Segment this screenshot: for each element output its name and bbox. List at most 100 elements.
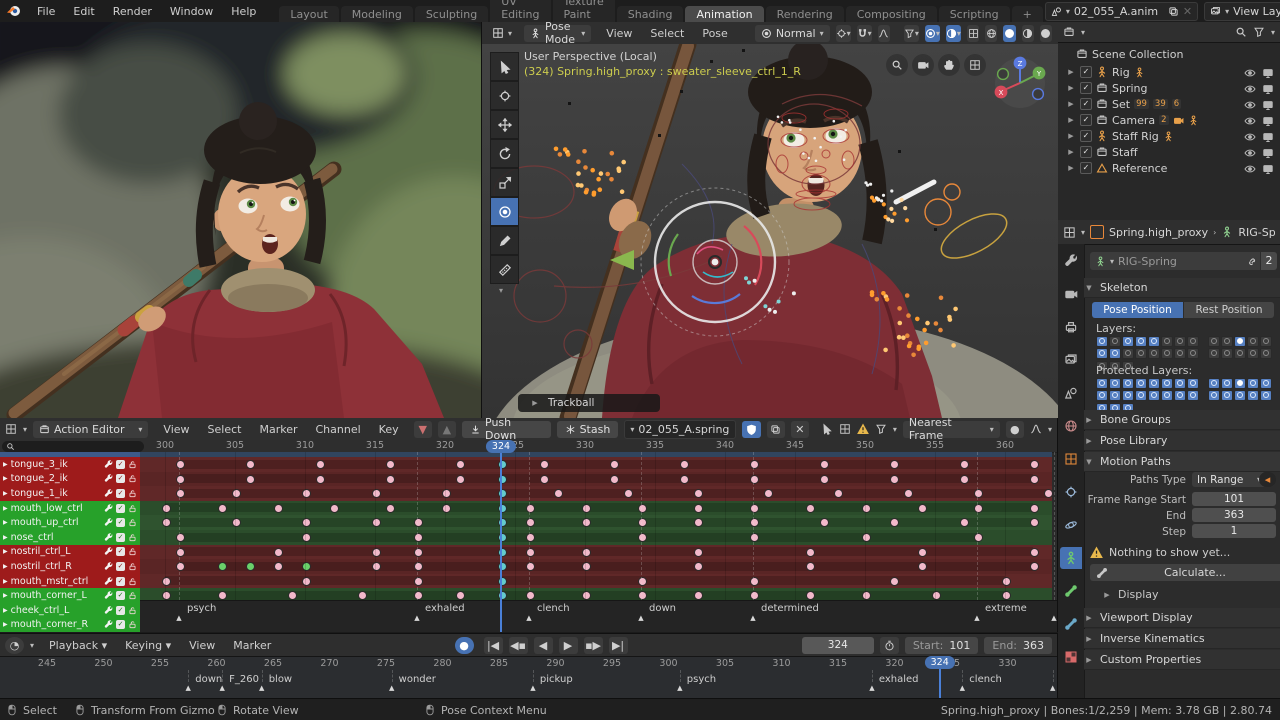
keyframe-306[interactable]: [245, 460, 255, 469]
keyframe-346[interactable]: [805, 503, 815, 513]
animate-property-button[interactable]: ◂: [1259, 472, 1276, 487]
play-reverse-button[interactable]: ◀: [533, 636, 553, 654]
marker-label-clench[interactable]: clench: [537, 603, 570, 614]
workspace-tab-uv-editing[interactable]: UV Editing: [490, 0, 551, 23]
marker-label-determined[interactable]: determined: [761, 603, 819, 614]
layer-cell-4[interactable]: [1135, 377, 1147, 389]
channel-mouth_corner_L[interactable]: ▶ mouth_corner_L ✓: [0, 588, 140, 604]
tl-marker-triangle[interactable]: ▲: [259, 684, 264, 692]
hide-in-viewport-icon[interactable]: [1244, 130, 1256, 143]
layer-cell-5[interactable]: [1148, 377, 1160, 389]
toolbar-expand-chevron[interactable]: ▾: [499, 286, 503, 295]
layer-cell-8[interactable]: [1187, 335, 1199, 347]
keyframe-308[interactable]: [273, 503, 283, 513]
keyframe-348[interactable]: [833, 489, 843, 499]
keyframe-342[interactable]: [749, 474, 759, 484]
channel-driver-icon[interactable]: [104, 518, 113, 527]
disable-in-renders-icon[interactable]: [1262, 114, 1274, 127]
channel-driver-icon[interactable]: [104, 460, 113, 469]
keyframe-338[interactable]: [693, 547, 703, 557]
channel-mute-checkbox[interactable]: ✓: [116, 547, 125, 557]
layer-cell-6[interactable]: [1161, 335, 1173, 347]
channel-driver-icon[interactable]: [104, 547, 113, 556]
keyframe-315[interactable]: [371, 489, 381, 499]
keyframe-338[interactable]: [693, 562, 703, 572]
workspace-tab--[interactable]: +: [1011, 6, 1043, 23]
channel-mute-checkbox[interactable]: ✓: [116, 620, 125, 630]
keyframe-326[interactable]: [525, 503, 535, 513]
keyframe-358[interactable]: [973, 503, 983, 513]
keyframe-360[interactable]: [1001, 576, 1011, 586]
channel-lock-icon[interactable]: [128, 488, 137, 499]
keyframe-347[interactable]: [819, 518, 829, 528]
layer-cell-13[interactable]: [1260, 347, 1272, 359]
users-count-button[interactable]: 2: [1261, 252, 1277, 270]
paths-type-dropdown[interactable]: In Range▾: [1192, 472, 1266, 487]
tl-marker-triangle[interactable]: ▲: [219, 684, 224, 692]
tool-annotate-button[interactable]: [490, 226, 519, 255]
tl-marker-triangle[interactable]: ▲: [1050, 684, 1055, 692]
layer-cell-10[interactable]: [1221, 389, 1233, 401]
channel-driver-icon[interactable]: [104, 577, 113, 586]
hide-in-viewport-icon[interactable]: [1244, 146, 1256, 159]
expand-icon[interactable]: ▶: [1066, 132, 1076, 140]
channel-tongue_1_ik[interactable]: ▶ tongue_1_ik ✓: [0, 486, 140, 502]
channel-lock-icon[interactable]: [128, 576, 137, 587]
layer-cell-11[interactable]: [1234, 389, 1246, 401]
disable-in-renders-icon[interactable]: [1262, 98, 1274, 111]
mode-dropdown[interactable]: Pose Mode ▾: [524, 20, 592, 46]
expand-icon[interactable]: ▶: [1066, 68, 1076, 76]
keyframe-327[interactable]: [539, 460, 549, 469]
collection-checkbox[interactable]: ✓: [1080, 146, 1092, 158]
keyframe-308[interactable]: [273, 562, 283, 572]
dope-filter-icon[interactable]: [875, 423, 887, 435]
pan-view-button[interactable]: [938, 54, 960, 76]
snap-dropdown[interactable]: ▾: [856, 24, 872, 42]
pivot-dropdown[interactable]: ▾: [835, 24, 851, 42]
keyframe-328[interactable]: [553, 489, 563, 499]
properties-tab-object[interactable]: [1060, 448, 1082, 470]
keyframe-324[interactable]: [497, 562, 507, 572]
channel-driver-icon[interactable]: [104, 533, 113, 542]
keyframe-337[interactable]: [679, 460, 689, 469]
marker-triangle[interactable]: ▲: [638, 614, 643, 622]
outliner-filter-icon[interactable]: [1253, 26, 1265, 38]
keyframe-324[interactable]: [497, 489, 507, 499]
layer-cell-3[interactable]: [1122, 347, 1134, 359]
keyframe-318[interactable]: [413, 547, 423, 557]
key-lane-nose_ctrl[interactable]: [140, 530, 1052, 545]
dope-menu-marker[interactable]: Marker: [250, 423, 306, 436]
channel-driver-icon[interactable]: [104, 504, 113, 513]
channel-search-input[interactable]: [2, 441, 144, 452]
auto-keying-button[interactable]: ●: [454, 636, 474, 654]
keyframe-346[interactable]: [805, 547, 815, 557]
channel-nose_ctrl[interactable]: ▶ nose_ctrl ✓: [0, 530, 140, 546]
playhead[interactable]: [500, 440, 502, 632]
collection-checkbox[interactable]: ✓: [1080, 82, 1092, 94]
channel-lock-icon[interactable]: [128, 561, 137, 572]
properties-tab-world[interactable]: [1060, 415, 1082, 437]
keyframe-315[interactable]: [371, 547, 381, 557]
keyframe-324[interactable]: [497, 576, 507, 586]
breadcrumb-data[interactable]: RIG-Spring: [1238, 226, 1275, 239]
keyframe-330[interactable]: [581, 518, 591, 528]
marker-label-extreme[interactable]: extreme: [985, 603, 1027, 614]
tl-marker-label-pickup[interactable]: pickup: [540, 674, 573, 685]
keyframe-312[interactable]: [329, 503, 339, 513]
keyframe-332[interactable]: [609, 474, 619, 484]
timeline-current-frame-tag[interactable]: 324: [924, 656, 955, 669]
new-scene-icon[interactable]: [1168, 6, 1179, 17]
keyframe-324[interactable]: [497, 518, 507, 528]
key-lane-nostril_ctrl_L[interactable]: [140, 544, 1052, 560]
keyframe-315[interactable]: [371, 562, 381, 572]
rest-position-button[interactable]: Rest Position: [1184, 302, 1274, 318]
workspace-tab-scripting[interactable]: Scripting: [938, 6, 1010, 23]
channel-mouth_up_ctrl[interactable]: ▶ mouth_up_ctrl ✓: [0, 515, 140, 531]
tool-rotate-button[interactable]: [490, 139, 519, 168]
outliner-row-reference[interactable]: ▶ ✓ Reference: [1058, 160, 1280, 176]
dope-menu-key[interactable]: Key: [370, 423, 408, 436]
pose-viewport[interactable]: User Perspective (Local) (324) Spring.hi…: [482, 44, 1059, 418]
layer-cell-12[interactable]: [1247, 377, 1259, 389]
viewport-menu-select[interactable]: Select: [641, 27, 693, 40]
use-preview-range-button[interactable]: [879, 636, 899, 654]
